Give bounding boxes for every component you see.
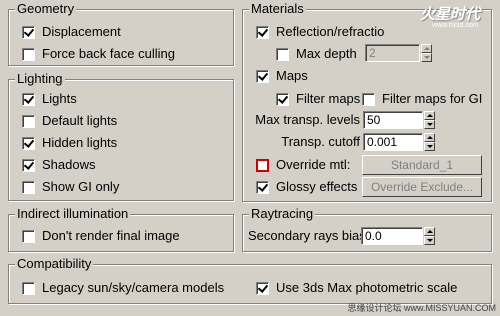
maps-check-icon (256, 69, 269, 83)
photometric-label: Use 3ds Max photometric scale (276, 280, 458, 295)
max-transp-levels-value[interactable]: 50 (363, 111, 423, 129)
override-mtl-check-icon (256, 158, 269, 172)
filter-maps-gi-label: Filter maps for GI (382, 91, 483, 106)
lights-label: Lights (42, 91, 77, 106)
default-lights-label: Default lights (42, 113, 118, 128)
reflection-refraction-checkbox[interactable]: Reflection/refractio (256, 22, 384, 42)
secondary-rays-bias-label: Secondary rays bias (248, 228, 366, 243)
hidden-lights-check-icon (22, 136, 35, 150)
glossy-label: Glossy effects (276, 179, 358, 194)
filter-maps-check-icon (276, 92, 289, 106)
reflection-check-icon (256, 25, 269, 39)
materials-title: Materials (249, 1, 306, 17)
backface-label: Force back face culling (42, 46, 175, 61)
show-gi-only-checkbox[interactable]: Show GI only (22, 177, 119, 197)
default-lights-checkbox[interactable]: Default lights (22, 111, 117, 131)
spinner-down-icon[interactable] (424, 142, 435, 151)
backface-culling-checkbox[interactable]: Force back face culling (22, 44, 175, 64)
spinner-up-icon[interactable] (424, 111, 435, 120)
transp-cutoff-arrows[interactable] (424, 133, 435, 151)
spinner-down-icon[interactable] (424, 236, 435, 245)
glossy-effects-checkbox[interactable]: Glossy effects (256, 177, 357, 197)
site-logo-url: www.hxsd.com (432, 22, 479, 29)
shadows-check-icon (22, 158, 35, 172)
indirect-title: Indirect illumination (15, 206, 131, 222)
dont-render-checkbox[interactable]: Don't render final image (22, 226, 180, 246)
geometry-title: Geometry (15, 1, 77, 17)
spinner-up-icon[interactable] (421, 44, 432, 53)
site-logo: 火星时代 (420, 5, 481, 23)
transp-cutoff-spinner[interactable]: 0.001 (363, 133, 435, 151)
show-gi-only-label: Show GI only (42, 179, 120, 194)
hidden-lights-checkbox[interactable]: Hidden lights (22, 133, 117, 153)
max-transp-arrows[interactable] (424, 111, 435, 129)
default-lights-check-icon (22, 114, 35, 128)
max-depth-value[interactable]: 2 (365, 44, 420, 62)
transp-cutoff-value[interactable]: 0.001 (363, 133, 423, 151)
secondary-bias-arrows[interactable] (424, 227, 435, 245)
shadows-label: Shadows (42, 157, 96, 172)
max-depth-checkbox[interactable]: Max depth (276, 44, 357, 64)
lights-check-icon (22, 92, 35, 106)
override-mtl-label: Override mtl: (276, 157, 351, 172)
max-depth-check-icon (276, 47, 289, 61)
maps-checkbox[interactable]: Maps (256, 66, 308, 86)
max-transp-levels-spinner[interactable]: 50 (363, 111, 435, 129)
hidden-lights-label: Hidden lights (42, 135, 118, 150)
spinner-up-icon[interactable] (424, 227, 435, 236)
legacy-models-checkbox[interactable]: Legacy sun/sky/camera models (22, 278, 224, 298)
lights-checkbox[interactable]: Lights (22, 89, 77, 109)
forum-watermark: 思缘设计论坛 www.MISSYUAN.COM (347, 303, 496, 313)
max-depth-arrows[interactable] (421, 44, 432, 62)
show-gi-only-check-icon (22, 180, 35, 194)
filter-maps-label: Filter maps (296, 91, 361, 106)
override-mtl-checkbox[interactable]: Override mtl: (256, 155, 350, 175)
maps-label: Maps (276, 68, 308, 83)
dont-render-check-icon (22, 229, 35, 243)
secondary-rays-bias-value[interactable]: 0.0 (361, 227, 423, 245)
secondary-rays-bias-spinner[interactable]: 0.0 (361, 227, 435, 245)
filter-maps-gi-check-icon (362, 92, 375, 106)
glossy-check-icon (256, 180, 269, 194)
photometric-scale-checkbox[interactable]: Use 3ds Max photometric scale (256, 278, 457, 298)
override-exclude-button[interactable]: Override Exclude... (362, 177, 482, 197)
legacy-check-icon (22, 281, 35, 295)
displacement-label: Displacement (42, 24, 121, 39)
shadows-checkbox[interactable]: Shadows (22, 155, 95, 175)
filter-maps-gi-checkbox[interactable]: Filter maps for GI (362, 89, 482, 109)
override-material-button[interactable]: Standard_1 (362, 155, 482, 175)
spinner-down-icon[interactable] (424, 120, 435, 129)
filter-maps-checkbox[interactable]: Filter maps (276, 89, 360, 109)
max-depth-spinner[interactable]: 2 (365, 44, 432, 62)
photometric-check-icon (256, 281, 269, 295)
legacy-label: Legacy sun/sky/camera models (42, 280, 225, 295)
spinner-up-icon[interactable] (424, 133, 435, 142)
displacement-checkbox[interactable]: Displacement (22, 22, 121, 42)
raytracing-title: Raytracing (249, 206, 316, 222)
dont-render-label: Don't render final image (42, 228, 180, 243)
transp-cutoff-label: Transp. cutoff (281, 134, 360, 149)
max-depth-label: Max depth (296, 46, 357, 61)
compatibility-title: Compatibility (15, 256, 94, 272)
displacement-check-icon (22, 25, 35, 39)
max-transp-levels-label: Max transp. levels (255, 112, 360, 127)
spinner-down-icon[interactable] (421, 53, 432, 62)
lighting-title: Lighting (15, 71, 65, 87)
backface-check-icon (22, 47, 35, 61)
reflection-label: Reflection/refractio (276, 24, 385, 39)
